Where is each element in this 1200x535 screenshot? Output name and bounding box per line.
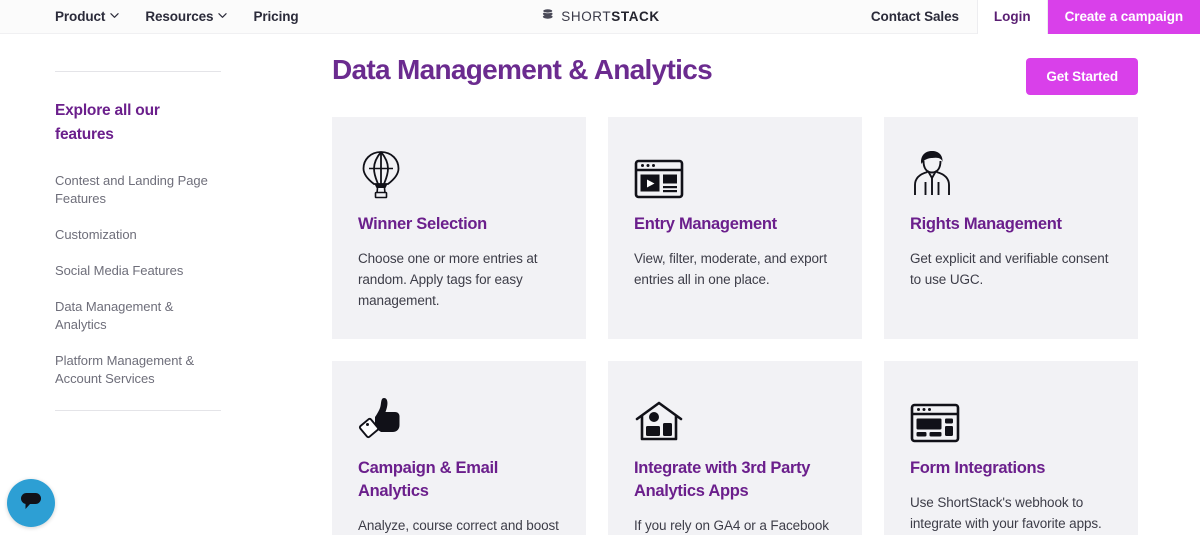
- feature-card-title[interactable]: Form Integrations: [910, 457, 1112, 480]
- feature-card-description: Analyze, course correct and boost your c…: [358, 518, 559, 533]
- sidebar-title[interactable]: Explore all our features: [55, 99, 221, 147]
- feature-card-description: Choose one or more entries at random. Ap…: [358, 251, 538, 308]
- feature-card-grid: Winner Selection Choose one or more entr…: [332, 117, 1138, 535]
- get-started-button[interactable]: Get Started: [1026, 58, 1138, 95]
- nav-item-pricing-label: Pricing: [253, 9, 299, 24]
- site-logo-text: SHORTSTACK: [561, 9, 660, 24]
- feature-card-title[interactable]: Rights Management: [910, 213, 1112, 236]
- feature-card-title[interactable]: Entry Management: [634, 213, 836, 236]
- stacked-discs-icon: [540, 7, 555, 27]
- logo-text-short: SHORT: [561, 9, 612, 24]
- chat-widget-button[interactable]: [7, 479, 55, 527]
- sidebar-divider-bottom: [55, 410, 221, 411]
- main-content: Data Management & Analytics Get Started: [332, 34, 1138, 535]
- house-icon: [634, 391, 836, 443]
- browser-form-window-icon: [910, 391, 1112, 443]
- primary-navigation: Product Resources Pricing: [55, 9, 299, 24]
- chat-bubble-icon: [18, 489, 44, 518]
- sidebar-item-contest-and-landing-page-features[interactable]: Contest and Landing Page Features: [55, 172, 221, 208]
- sidebar-item-social-media-features[interactable]: Social Media Features: [55, 262, 221, 280]
- feature-card-title[interactable]: Campaign & Email Analytics: [358, 457, 560, 503]
- feature-card-description: View, filter, moderate, and export entri…: [634, 251, 827, 287]
- browser-video-window-icon: [634, 147, 836, 199]
- feature-card-campaign-email-analytics[interactable]: Campaign & Email Analytics Analyze, cour…: [332, 361, 586, 535]
- sidebar-divider-top: [55, 71, 221, 72]
- feature-card-form-integrations[interactable]: Form Integrations Use ShortStack's webho…: [884, 361, 1138, 535]
- feature-card-third-party-analytics[interactable]: Integrate with 3rd Party Analytics Apps …: [608, 361, 862, 535]
- features-sidebar: Explore all our features Contest and Lan…: [55, 34, 221, 411]
- feature-card-winner-selection[interactable]: Winner Selection Choose one or more entr…: [332, 117, 586, 339]
- sidebar-item-data-management-and-analytics[interactable]: Data Management & Analytics: [55, 298, 221, 334]
- feature-card-title[interactable]: Integrate with 3rd Party Analytics Apps: [634, 457, 836, 503]
- login-button[interactable]: Login: [976, 0, 1048, 34]
- main-header-row: Data Management & Analytics Get Started: [332, 34, 1138, 95]
- page-body: Explore all our features Contest and Lan…: [0, 34, 1200, 535]
- create-campaign-button[interactable]: Create a campaign: [1047, 0, 1200, 34]
- site-logo[interactable]: SHORTSTACK: [540, 7, 660, 27]
- nav-item-product[interactable]: Product: [55, 9, 119, 24]
- sidebar-item-list: Contest and Landing Page Features Custom…: [55, 172, 221, 388]
- nav-item-pricing[interactable]: Pricing: [253, 9, 298, 24]
- feature-card-rights-management[interactable]: Rights Management Get explicit and verif…: [884, 117, 1138, 339]
- sidebar-item-platform-management-and-account-services[interactable]: Platform Management & Account Services: [55, 352, 221, 388]
- nav-item-resources[interactable]: Resources: [145, 9, 228, 24]
- feature-card-description: Get explicit and verifiable consent to u…: [910, 251, 1109, 287]
- site-header: Product Resources Pricing SHORTSTACK Con…: [0, 0, 1200, 34]
- thumbs-up-icon: [358, 391, 560, 443]
- feature-card-title[interactable]: Winner Selection: [358, 213, 560, 236]
- feature-card-description: If you rely on GA4 or a Facebook Pixel t…: [634, 518, 829, 533]
- logo-text-stack: STACK: [611, 9, 660, 24]
- nav-item-resources-label: Resources: [145, 9, 214, 24]
- hot-air-balloon-icon: [358, 147, 560, 199]
- header-actions: Contact Sales Login Create a campaign: [853, 0, 1200, 34]
- feature-card-entry-management[interactable]: Entry Management View, filter, moderate,…: [608, 117, 862, 339]
- chevron-down-icon: [218, 11, 228, 20]
- page-title: Data Management & Analytics: [332, 54, 713, 85]
- nav-item-product-label: Product: [55, 9, 106, 24]
- chevron-down-icon: [110, 11, 119, 20]
- feature-card-description: Use ShortStack's webhook to integrate wi…: [910, 495, 1102, 531]
- person-consent-icon: [910, 147, 1112, 199]
- sidebar-item-customization[interactable]: Customization: [55, 226, 221, 244]
- contact-sales-link[interactable]: Contact Sales: [853, 0, 977, 34]
